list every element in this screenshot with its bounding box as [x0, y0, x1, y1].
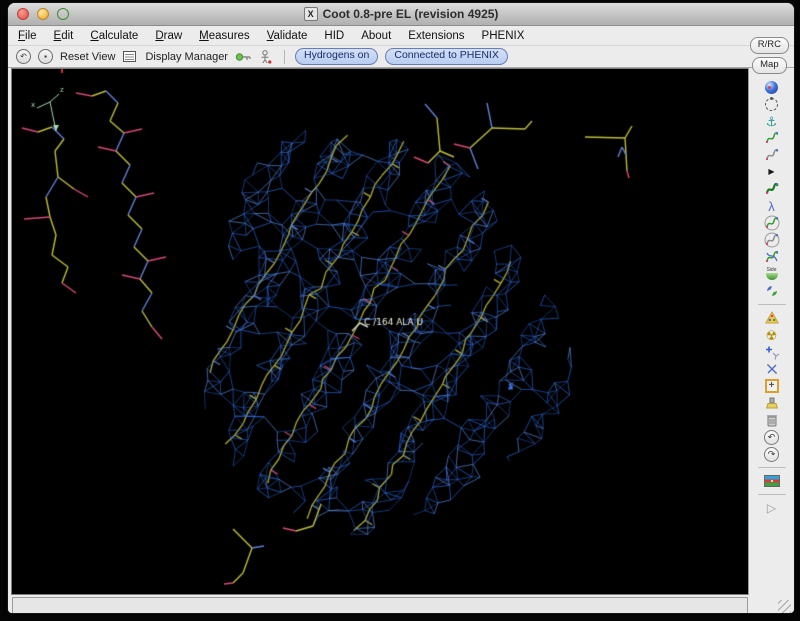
map-button[interactable]: Map [752, 57, 786, 74]
pointer-icon[interactable]: ▶ [763, 165, 781, 179]
back-button[interactable]: ↶ [16, 49, 31, 64]
redo-icon[interactable]: ↷ [763, 447, 781, 461]
menu-phenix[interactable]: PHENIX [482, 30, 525, 42]
edit-chi-angles-icon[interactable] [763, 250, 781, 264]
add-alt-conf-icon[interactable] [763, 362, 781, 376]
phenix-connection-badge[interactable]: Connected to PHENIX [385, 48, 507, 65]
menu-about[interactable]: About [361, 30, 391, 42]
delete-item-icon[interactable] [763, 413, 781, 427]
menu-extensions[interactable]: Extensions [408, 30, 464, 42]
display-manager-icon[interactable] [122, 49, 138, 65]
side-chain-180-icon[interactable]: Side [763, 267, 781, 281]
main-content: ⚓ ▶ λ Side ☢ + ↶ ↷ ▷ [8, 68, 794, 595]
window-title-text: Coot 0.8-pre EL (revision 4925) [323, 7, 499, 21]
coot-window: X Coot 0.8-pre EL (revision 4925) File Ed… [7, 2, 795, 614]
clear-pending-icon[interactable] [763, 396, 781, 410]
window-controls [17, 8, 69, 20]
hydrogens-toggle[interactable]: Hydrogens on [295, 48, 378, 65]
rigid-body-fit-icon[interactable] [763, 182, 781, 196]
sidebar-separator [758, 467, 786, 468]
gl-canvas[interactable] [12, 69, 744, 594]
rot-trans-zone-icon[interactable]: λ [763, 199, 781, 213]
close-button[interactable] [17, 8, 29, 20]
menu-measures[interactable]: Measures [199, 30, 250, 42]
display-manager-button[interactable]: Display Manager [145, 51, 228, 63]
resize-grip[interactable] [778, 600, 791, 613]
rrc-button[interactable]: R/RC [750, 37, 789, 54]
menu-file[interactable]: File [18, 30, 37, 42]
sidebar-separator [758, 494, 786, 495]
flag-icon[interactable] [763, 474, 781, 488]
flip-peptide-icon[interactable] [763, 284, 781, 298]
auto-fit-rotamer-icon[interactable] [763, 216, 781, 230]
menu-calculate[interactable]: Calculate [90, 30, 138, 42]
run-refmac-icon[interactable]: ▷ [763, 501, 781, 515]
regularize-zone-icon[interactable] [763, 148, 781, 162]
rotamer-warning-icon[interactable] [763, 311, 781, 325]
real-space-refine-icon[interactable] [763, 131, 781, 145]
menu-bar: File Edit Calculate Draw Measures Validate HID… [8, 26, 794, 46]
titlebar[interactable]: X Coot 0.8-pre EL (revision 4925) [8, 3, 794, 26]
person-icon[interactable] [258, 49, 274, 65]
sidebar-separator [758, 304, 786, 305]
reset-view-button[interactable]: Reset View [60, 51, 115, 63]
x11-icon: X [304, 7, 318, 21]
toolbar: ↶ ▪ Reset View Display Manager Hydrogens on C… [8, 46, 794, 68]
menu-draw[interactable]: Draw [155, 30, 182, 42]
window-title: X Coot 0.8-pre EL (revision 4925) [304, 7, 499, 21]
menu-hid[interactable]: HID [324, 30, 344, 42]
undo-icon[interactable]: ↶ [763, 430, 781, 444]
side-pill-buttons: R/RC Map [750, 37, 789, 74]
status-bar: (mol. no: 0) C /1/U/164 ALA occ: 1.00 bf… [8, 595, 794, 614]
modelling-sidebar: ⚓ ▶ λ Side ☢ + ↶ ↷ ▷ [748, 68, 794, 595]
mutate-icon[interactable]: ☢ [763, 328, 781, 342]
minimize-button[interactable] [37, 8, 49, 20]
map-sphere-icon[interactable] [763, 80, 781, 94]
rotamers-icon[interactable] [763, 233, 781, 247]
menu-validate[interactable]: Validate [267, 30, 308, 42]
key-icon[interactable] [235, 49, 251, 65]
place-atom-icon[interactable]: + [763, 379, 781, 393]
gl-viewport [11, 68, 748, 595]
record-view-button[interactable]: ▪ [38, 49, 53, 64]
status-text: (mol. no: 0) C /1/U/164 ALA occ: 1.00 bf… [12, 597, 748, 614]
toolbar-separator [284, 50, 285, 64]
menu-edit[interactable]: Edit [54, 30, 74, 42]
anchor-icon[interactable]: ⚓ [763, 114, 781, 128]
add-terminal-residue-icon[interactable] [763, 345, 781, 359]
recentre-icon[interactable] [763, 97, 781, 111]
zoom-button[interactable] [57, 8, 69, 20]
